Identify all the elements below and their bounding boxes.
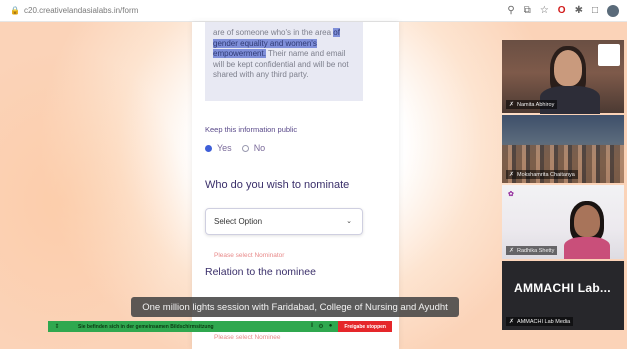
tile-name-badge: ✗ Mokshamrita Chaitanya <box>506 170 578 179</box>
radio-no[interactable] <box>241 144 249 152</box>
mic-off-icon: ✗ <box>509 319 515 325</box>
sidebar-icon[interactable]: □ <box>592 5 598 17</box>
stop-share-button[interactable]: Freigabe stoppen <box>338 321 392 332</box>
settings-icon[interactable]: ⚙ <box>318 323 323 330</box>
chevron-down-icon: ⌄ <box>346 218 352 225</box>
keep-public-label: Keep this information public <box>205 125 298 134</box>
browser-address-bar: 🔒 c20.creativelandasialabs.in/form ⚲ ⧉ ☆… <box>0 0 627 22</box>
radio-yes-label[interactable]: Yes <box>217 143 232 153</box>
nominate-select-value: Select Option <box>214 217 263 226</box>
tile-name: Radhika Shetty <box>517 247 555 254</box>
radio-yes[interactable] <box>205 144 212 152</box>
participant-face <box>554 50 582 86</box>
mic-off-icon: ✗ <box>509 102 515 108</box>
tile-name-badge: ✗ Namita Abhiroy <box>506 100 558 109</box>
mic-off-icon: ✗ <box>509 172 515 178</box>
video-tile[interactable]: ✗ Mokshamrita Chaitanya <box>502 115 624 183</box>
nominee-error: Please select Nominee <box>214 334 281 341</box>
nominator-error: Please select Nominator <box>214 252 285 259</box>
extensions-icon[interactable]: ⧉ <box>524 5 531 17</box>
opera-icon[interactable]: O <box>558 5 566 17</box>
participant-body <box>564 237 610 259</box>
video-tile[interactable]: AMMACHI Lab... ✗ AMMACHI Lab Media <box>502 261 624 330</box>
share-message: Sie befinden sich in der gemeinsamen Bil… <box>78 323 214 330</box>
star-icon[interactable]: ☆ <box>540 5 549 17</box>
puzzle-icon[interactable]: ✱ <box>575 5 583 17</box>
pin-icon[interactable]: ⚲ <box>507 5 514 17</box>
tile-name: Mokshamrita Chaitanya <box>517 171 575 178</box>
video-tile[interactable]: ✗ Namita Abhiroy <box>502 40 624 114</box>
screen-share-bar: ⇕ Sie befinden sich in der gemeinsamen B… <box>48 321 392 332</box>
pause-icon[interactable]: ‖ <box>311 323 313 330</box>
stop-share-label: Freigabe stoppen <box>344 323 386 330</box>
share-controls: ‖ ⚙ ● <box>311 323 333 330</box>
mic-off-icon: ✗ <box>509 248 515 254</box>
logo-icon: ✿ <box>508 191 514 198</box>
keep-public-radio-group: Yes No <box>205 143 275 153</box>
logo-icon <box>598 44 620 66</box>
tile-name-badge: ✗ AMMACHI Lab Media <box>506 317 574 326</box>
nominate-select[interactable]: Select Option ⌄ <box>205 208 363 235</box>
url-text[interactable]: c20.creativelandasialabs.in/form <box>24 6 138 15</box>
video-tile[interactable]: ✿ ✗ Radhika Shetty <box>502 185 624 259</box>
relation-question: Relation to the nominee <box>205 266 316 278</box>
tile-display-name: AMMACHI Lab... <box>514 281 611 295</box>
nominate-question: Who do you wish to nominate <box>205 179 350 191</box>
tile-name: AMMACHI Lab Media <box>517 318 571 325</box>
radio-no-label[interactable]: No <box>254 143 266 153</box>
consent-box: are of someone who's in the area of gend… <box>205 22 363 101</box>
live-caption: One million lights session with Faridaba… <box>131 297 459 317</box>
profile-icon[interactable] <box>607 5 619 17</box>
browser-toolbar: ⚲ ⧉ ☆ O ✱ □ <box>507 5 619 17</box>
drag-handle-icon[interactable]: ⇕ <box>48 323 66 330</box>
tile-name-badge: ✗ Radhika Shetty <box>506 246 558 255</box>
mic-icon[interactable]: ● <box>329 323 333 330</box>
consent-text-top: are of someone who's in the area <box>213 28 332 37</box>
tile-name: Namita Abhiroy <box>517 101 555 108</box>
consent-text: are of someone who's in the area of gend… <box>213 28 355 81</box>
lock-icon[interactable]: 🔒 <box>10 6 20 15</box>
participant-face <box>574 205 600 237</box>
